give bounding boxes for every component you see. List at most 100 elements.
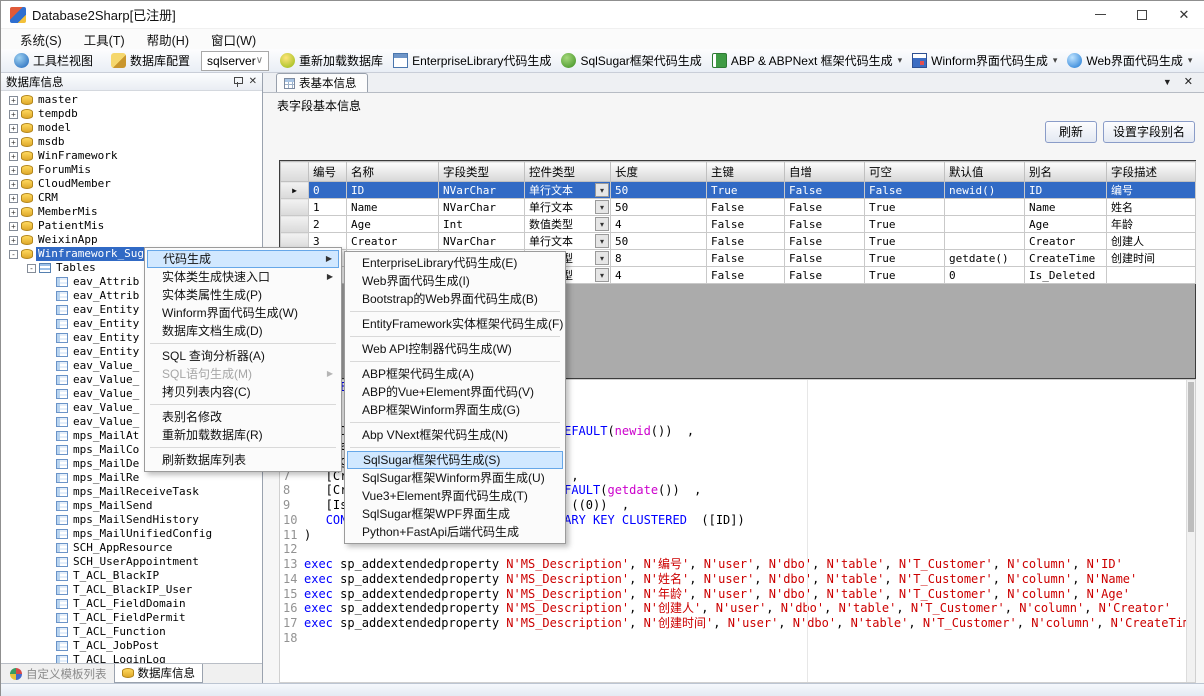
tree-expander-icon[interactable]: + [9, 138, 18, 147]
grid-cell[interactable]: 50 [611, 233, 707, 250]
grid-cell[interactable]: 8 [611, 250, 707, 267]
submenu-item-Abp VNext框架代码生成(N)[interactable]: Abp VNext框架代码生成(N) [347, 426, 563, 444]
grid-cell[interactable]: False [707, 250, 785, 267]
grid-cell[interactable] [945, 216, 1025, 233]
tree-item-master[interactable]: +master [1, 93, 262, 107]
tree-item-ForumMis[interactable]: +ForumMis [1, 163, 262, 177]
grid-header-可空[interactable]: 可空 [865, 162, 945, 182]
grid-cell[interactable]: True [865, 233, 945, 250]
set-field-alias-button[interactable]: 设置字段别名 [1103, 121, 1195, 143]
tab-close-icon[interactable]: ✕ [1184, 75, 1193, 88]
grid-cell[interactable]: NVarChar [439, 182, 525, 199]
tree-expander-icon[interactable]: + [9, 208, 18, 217]
tree-item-WeixinApp[interactable]: +WeixinApp [1, 233, 262, 247]
toolbar-button-web[interactable]: Web界面代码生成▾ [1062, 50, 1197, 71]
tree-item-WinFramework[interactable]: +WinFramework [1, 149, 262, 163]
grid-cell[interactable]: ID [347, 182, 439, 199]
grid-cell[interactable]: False [785, 250, 865, 267]
tree-expander-icon[interactable]: + [9, 124, 18, 133]
tab-list-dropdown-icon[interactable]: ▼ [1163, 77, 1172, 87]
grid-header-字段描述[interactable]: 字段描述 [1107, 162, 1196, 182]
grid-cell[interactable]: NVarChar [439, 233, 525, 250]
editor-scrollbar-thumb[interactable] [1188, 382, 1194, 532]
row-selector-cell[interactable] [281, 216, 309, 233]
minimize-button[interactable] [1079, 1, 1121, 29]
grid-cell[interactable]: False [707, 199, 785, 216]
tree-item-CloudMember[interactable]: +CloudMember [1, 177, 262, 191]
grid-header-名称[interactable]: 名称 [347, 162, 439, 182]
context-menu-item-重新加载数据库(R)[interactable]: 重新加载数据库(R) [147, 426, 339, 444]
tree-item-T_ACL_LoginLog[interactable]: T_ACL_LoginLog [1, 653, 262, 663]
context-menu-item-Winform界面代码生成(W)[interactable]: Winform界面代码生成(W) [147, 304, 339, 322]
grid-header-主键[interactable]: 主键 [707, 162, 785, 182]
grid-cell[interactable]: CreateTime [1025, 250, 1107, 267]
tree-item-T_ACL_FieldPermit[interactable]: T_ACL_FieldPermit [1, 611, 262, 625]
grid-cell[interactable]: True [707, 182, 785, 199]
submenu-item-EntityFramework实体框架代码生成(F)[interactable]: EntityFramework实体框架代码生成(F) [347, 315, 563, 333]
tree-item-T_ACL_FieldDomain[interactable]: T_ACL_FieldDomain [1, 597, 262, 611]
grid-cell[interactable]: 50 [611, 182, 707, 199]
tree-item-tempdb[interactable]: +tempdb [1, 107, 262, 121]
grid-row[interactable]: 2AgeInt数值类型▾4FalseFalseTrueAge年龄 [281, 216, 1196, 233]
submenu-item-SqlSugar框架Winform界面生成(U)[interactable]: SqlSugar框架Winform界面生成(U) [347, 469, 563, 487]
grid-cell[interactable]: True [865, 267, 945, 284]
tree-item-T_ACL_Function[interactable]: T_ACL_Function [1, 625, 262, 639]
grid-cell[interactable]: Creator [1025, 233, 1107, 250]
tree-item-PatientMis[interactable]: +PatientMis [1, 219, 262, 233]
context-menu-item-代码生成[interactable]: 代码生成▶ [147, 250, 339, 268]
tree-item-T_ACL_BlackIP[interactable]: T_ACL_BlackIP [1, 569, 262, 583]
tree-expander-icon[interactable]: - [9, 250, 18, 259]
context-menu-item-SQL 查询分析器(A)[interactable]: SQL 查询分析器(A) [147, 347, 339, 365]
grid-cell[interactable]: True [865, 199, 945, 216]
toolbar-button-sqlsugar[interactable]: SqlSugar框架代码生成 [556, 50, 706, 71]
grid-row[interactable]: 1NameNVarChar单行文本▾50FalseFalseTrueName姓名 [281, 199, 1196, 216]
grid-cell[interactable]: 创建时间 [1107, 250, 1196, 267]
grid-cell[interactable]: 单行文本▾ [525, 199, 611, 216]
editor-scrollbar[interactable] [1186, 380, 1195, 682]
close-button[interactable]: ✕ [1163, 1, 1204, 29]
tree-expander-icon[interactable]: + [9, 180, 18, 189]
grid-cell[interactable]: getdate() [945, 250, 1025, 267]
grid-header-默认值[interactable]: 默认值 [945, 162, 1025, 182]
submenu-item-Web API控制器代码生成(W)[interactable]: Web API控制器代码生成(W) [347, 340, 563, 358]
toolbar-button-winform[interactable]: Winform界面代码生成▾ [907, 50, 1062, 71]
menubar-item[interactable]: 系统(S) [9, 28, 73, 51]
tree-item-mps_MailSend[interactable]: mps_MailSend [1, 499, 262, 513]
context-menu-item-数据库文档生成(D)[interactable]: 数据库文档生成(D) [147, 322, 339, 340]
tree-expander-icon[interactable]: + [9, 166, 18, 175]
tree-expander-icon[interactable]: - [27, 264, 36, 273]
submenu-item-Vue3+Element界面代码生成(T)[interactable]: Vue3+Element界面代码生成(T) [347, 487, 563, 505]
grid-header-别名[interactable]: 别名 [1025, 162, 1107, 182]
dropdown-icon[interactable]: ▾ [595, 234, 609, 248]
submenu-item-Python+FastApi后端代码生成[interactable]: Python+FastApi后端代码生成 [347, 523, 563, 541]
tree-item-SCH_UserAppointment[interactable]: SCH_UserAppointment [1, 555, 262, 569]
tree-expander-icon[interactable]: + [9, 236, 18, 245]
dropdown-icon[interactable]: ▾ [595, 268, 609, 282]
grid-cell[interactable]: True [865, 216, 945, 233]
grid-cell[interactable]: 50 [611, 199, 707, 216]
submenu-item-Bootstrap的Web界面代码生成(B)[interactable]: Bootstrap的Web界面代码生成(B) [347, 290, 563, 308]
tree-expander-icon[interactable]: + [9, 96, 18, 105]
grid-cell[interactable]: False [785, 233, 865, 250]
grid-cell[interactable]: Name [1025, 199, 1107, 216]
grid-cell[interactable]: Age [1025, 216, 1107, 233]
grid-cell[interactable]: Age [347, 216, 439, 233]
grid-cell[interactable]: Creator [347, 233, 439, 250]
grid-cell[interactable]: 创建人 [1107, 233, 1196, 250]
tree-item-T_ACL_BlackIP_User[interactable]: T_ACL_BlackIP_User [1, 583, 262, 597]
grid-cell[interactable]: Is_Deleted [1025, 267, 1107, 284]
grid-header-长度[interactable]: 长度 [611, 162, 707, 182]
grid-cell[interactable]: False [785, 216, 865, 233]
grid-cell[interactable]: False [865, 182, 945, 199]
context-menu-item-SQL语句生成(M)[interactable]: SQL语句生成(M)▶ [147, 365, 339, 383]
grid-cell[interactable]: 编号 [1107, 182, 1196, 199]
submenu-item-SqlSugar框架代码生成(S)[interactable]: SqlSugar框架代码生成(S) [347, 451, 563, 469]
chevron-down-icon[interactable]: ▾ [1188, 55, 1193, 66]
grid-cell[interactable]: 4 [611, 216, 707, 233]
grid-cell[interactable]: 1 [309, 199, 347, 216]
chevron-down-icon[interactable]: ▾ [1053, 55, 1058, 66]
dropdown-icon[interactable]: ▾ [595, 217, 609, 231]
dropdown-icon[interactable]: ▾ [595, 183, 609, 197]
tree-item-model[interactable]: +model [1, 121, 262, 135]
tree-item-MemberMis[interactable]: +MemberMis [1, 205, 262, 219]
